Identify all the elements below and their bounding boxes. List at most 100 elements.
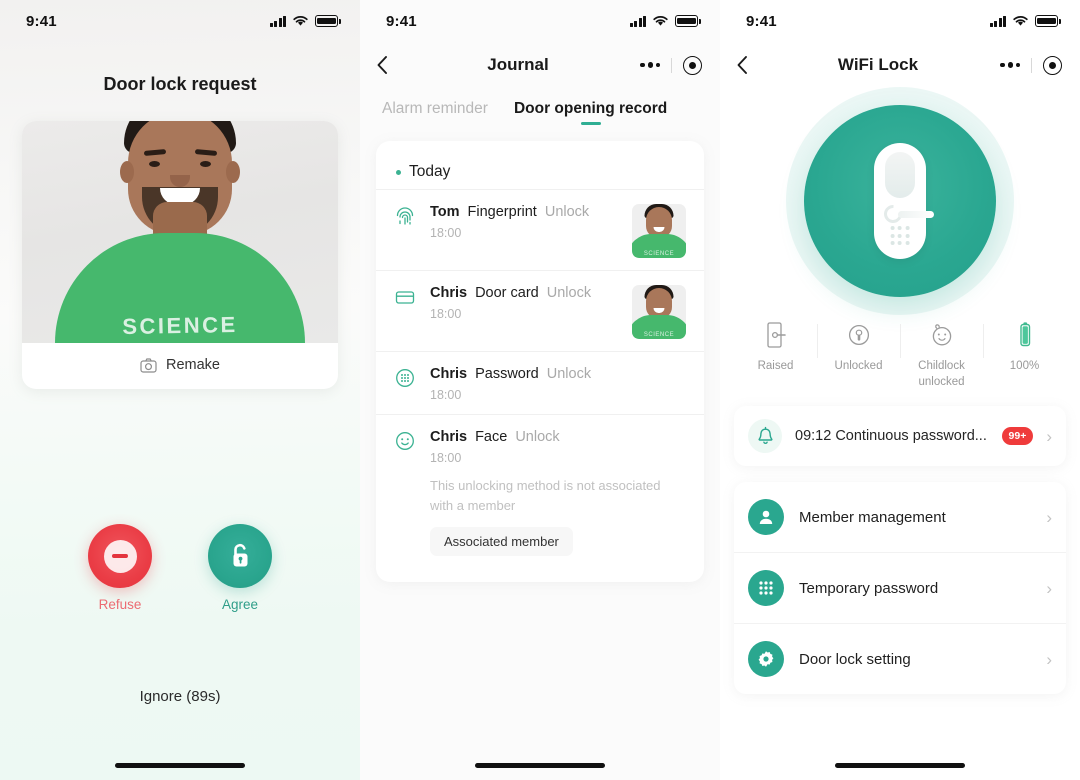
status-raised[interactable]: Raised — [734, 320, 817, 375]
status-label: Raised — [757, 360, 794, 372]
back-button[interactable] — [376, 55, 406, 75]
entry-user: Chris — [430, 429, 468, 445]
navigation-bar: WiFi Lock — [720, 42, 1080, 88]
list-item-body: Chris Door card Unlock 18:00 — [430, 285, 620, 339]
alert-text: 09:12 Continuous password... — [795, 428, 987, 445]
entry-method: Face — [475, 429, 508, 445]
three-phone-screens: 9:41 Door lock request SCIENCE Remake Re… — [0, 0, 1080, 780]
remake-button[interactable]: Remake — [22, 343, 338, 387]
status-badge: 99+ — [1001, 427, 1034, 445]
journal-tabs: Alarm reminder Door opening record — [360, 88, 720, 125]
remake-label: Remake — [166, 357, 220, 373]
status-indicators — [269, 15, 341, 27]
page-title: Door lock request — [103, 74, 257, 94]
alert-banner[interactable]: 09:12 Continuous password... 99+ › — [734, 406, 1066, 467]
list-item[interactable]: Tom Fingerprint Unlock 18:00 SCIENCE — [376, 189, 704, 270]
entry-thumbnail[interactable]: SCIENCE — [632, 204, 686, 258]
more-dots-icon[interactable] — [640, 62, 660, 68]
status-time: 9:41 — [386, 12, 417, 30]
card-icon — [394, 285, 418, 339]
tab-alarm-reminder[interactable]: Alarm reminder — [382, 100, 488, 125]
status-battery[interactable]: 100% — [983, 320, 1066, 375]
entry-action: Unlock — [546, 366, 592, 382]
fingerprint-icon — [394, 204, 418, 258]
menu-label: Member management — [799, 508, 946, 526]
page-title: Journal — [487, 55, 549, 74]
status-indicators — [629, 15, 701, 27]
gear-icon — [748, 641, 784, 678]
photo-eye-right — [200, 161, 211, 167]
entry-time: 18:00 — [430, 226, 462, 240]
list-item[interactable]: Chris Password Unlock 18:00 — [376, 351, 704, 414]
face-icon — [394, 429, 418, 556]
entry-time: 18:00 — [430, 451, 462, 465]
keypad-icon — [394, 366, 418, 402]
cellular-signal-icon — [269, 15, 286, 27]
entry-action: Unlock — [515, 429, 560, 445]
refuse-label: Refuse — [98, 597, 142, 612]
group-label: Today — [409, 163, 451, 180]
status-bar: 9:41 — [720, 0, 1080, 42]
target-icon[interactable] — [1043, 55, 1062, 75]
child-face-icon — [932, 324, 951, 346]
screen-wifi-lock: 9:41 WiFi Lock Raised Unlocked Childlock… — [720, 0, 1080, 780]
list-item-body: Chris Password Unlock 18:00 — [430, 366, 686, 402]
nav-divider — [671, 57, 672, 73]
list-item[interactable]: Chris Face Unlock 18:00 This unlocking m… — [376, 414, 704, 568]
menu-item-temporary-password[interactable]: Temporary password › — [734, 552, 1066, 623]
photo-shirt-text: SCIENCE — [122, 311, 238, 340]
agree-button[interactable]: Agree — [208, 524, 272, 612]
menu-item-member-management[interactable]: Member management › — [734, 482, 1066, 552]
camera-icon — [140, 357, 157, 373]
battery-icon — [1019, 322, 1030, 347]
chevron-right-icon: › — [1046, 426, 1052, 446]
navigation-bar: Journal — [360, 42, 720, 88]
status-bar: 9:41 — [0, 0, 360, 42]
visitor-photo: SCIENCE — [22, 121, 338, 343]
entry-method: Password — [475, 366, 539, 382]
agree-label: Agree — [221, 597, 259, 612]
entry-note: This unlocking method is not associated … — [430, 478, 661, 513]
home-indicator — [475, 763, 605, 768]
more-dots-icon[interactable] — [1000, 62, 1020, 68]
cellular-signal-icon — [629, 15, 646, 27]
photo-ear-right — [226, 161, 240, 183]
menu-item-door-lock-setting[interactable]: Door lock setting › — [734, 623, 1066, 694]
status-childlock[interactable]: Childlock unlocked — [900, 320, 983, 390]
home-indicator — [115, 763, 245, 768]
nav-actions — [630, 55, 702, 75]
lock-open-icon — [848, 324, 869, 346]
status-time: 9:41 — [746, 12, 777, 30]
lock-hero — [720, 88, 1080, 314]
person-icon — [748, 499, 784, 536]
chevron-left-icon — [737, 56, 747, 74]
status-label: Childlock unlocked — [918, 360, 965, 388]
status-label: 100% — [1009, 360, 1040, 372]
journal-list-card: Today Tom Fingerprint Unlock 18:00 SCIEN… — [376, 141, 704, 582]
ignore-button[interactable]: Ignore (89s) — [0, 688, 360, 705]
lock-status-row: Raised Unlocked Childlock unlocked 100% — [720, 314, 1080, 402]
entry-action: Unlock — [544, 204, 590, 220]
chevron-right-icon: › — [1046, 507, 1052, 527]
unlock-icon — [208, 524, 272, 588]
door-handle-icon — [766, 322, 786, 348]
nav-divider — [1031, 57, 1032, 73]
back-button[interactable] — [736, 55, 766, 75]
status-unlocked[interactable]: Unlocked — [817, 320, 900, 375]
cellular-signal-icon — [989, 15, 1006, 27]
settings-menu: Member management › Temporary password › — [734, 482, 1066, 695]
status-indicators — [989, 15, 1061, 27]
list-item-body: Tom Fingerprint Unlock 18:00 — [430, 204, 620, 258]
tab-door-opening-record[interactable]: Door opening record — [514, 100, 667, 125]
wifi-icon — [653, 16, 668, 26]
request-actions: Refuse Agree — [0, 524, 360, 612]
entry-thumbnail[interactable]: SCIENCE — [632, 285, 686, 339]
list-item[interactable]: Chris Door card Unlock 18:00 SCIENCE — [376, 270, 704, 351]
target-icon[interactable] — [683, 55, 702, 75]
keypad-grid-icon — [748, 570, 784, 607]
refuse-button[interactable]: Refuse — [88, 524, 152, 612]
associated-member-button[interactable]: Associated member — [430, 527, 573, 556]
entry-user: Tom — [430, 204, 460, 220]
page-title: WiFi Lock — [837, 55, 919, 74]
smart-door-lock-icon[interactable] — [804, 105, 996, 297]
